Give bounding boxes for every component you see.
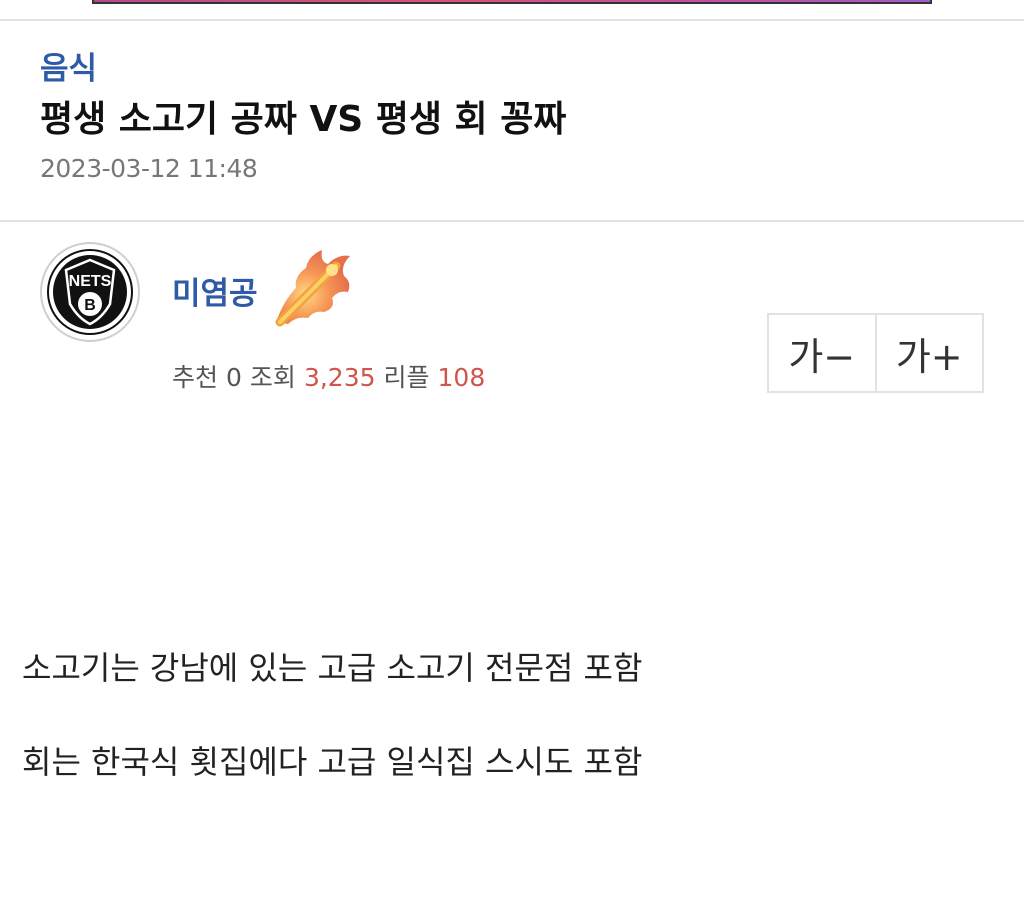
top-banner-image	[92, 0, 932, 4]
recommend-label: 추천	[172, 363, 219, 392]
author-name[interactable]: 미염공	[172, 275, 258, 313]
flame-rank-icon	[275, 250, 350, 327]
font-decrease-button[interactable]: 가−	[769, 315, 875, 391]
views-label: 조회	[249, 363, 296, 392]
post-category[interactable]: 음식	[40, 50, 97, 88]
divider	[0, 220, 1024, 222]
post-stats: 추천 0 조회 3,235 리플 108	[172, 362, 485, 394]
avatar-text: NETS	[69, 273, 112, 290]
divider	[0, 19, 1024, 21]
post-title: 평생 소고기 공짜 VS 평생 회 꽁짜	[40, 99, 567, 140]
nets-logo-icon: NETS B	[47, 249, 133, 335]
avatar[interactable]: NETS B	[40, 242, 140, 342]
post-date: 2023-03-12 11:48	[40, 154, 258, 183]
post-body-line: 소고기는 강남에 있는 고급 소고기 전문점 포함	[22, 649, 643, 687]
font-size-controls: 가− 가+	[767, 313, 984, 393]
avatar-letter: B	[84, 297, 96, 314]
replies-label: 리플	[383, 363, 430, 392]
post-body-line: 회는 한국식 횟집에다 고급 일식집 스시도 포함	[22, 743, 643, 781]
replies-count: 108	[437, 363, 486, 392]
font-increase-button[interactable]: 가+	[874, 315, 982, 391]
views-count: 3,235	[303, 363, 376, 392]
recommend-count: 0	[226, 363, 242, 392]
